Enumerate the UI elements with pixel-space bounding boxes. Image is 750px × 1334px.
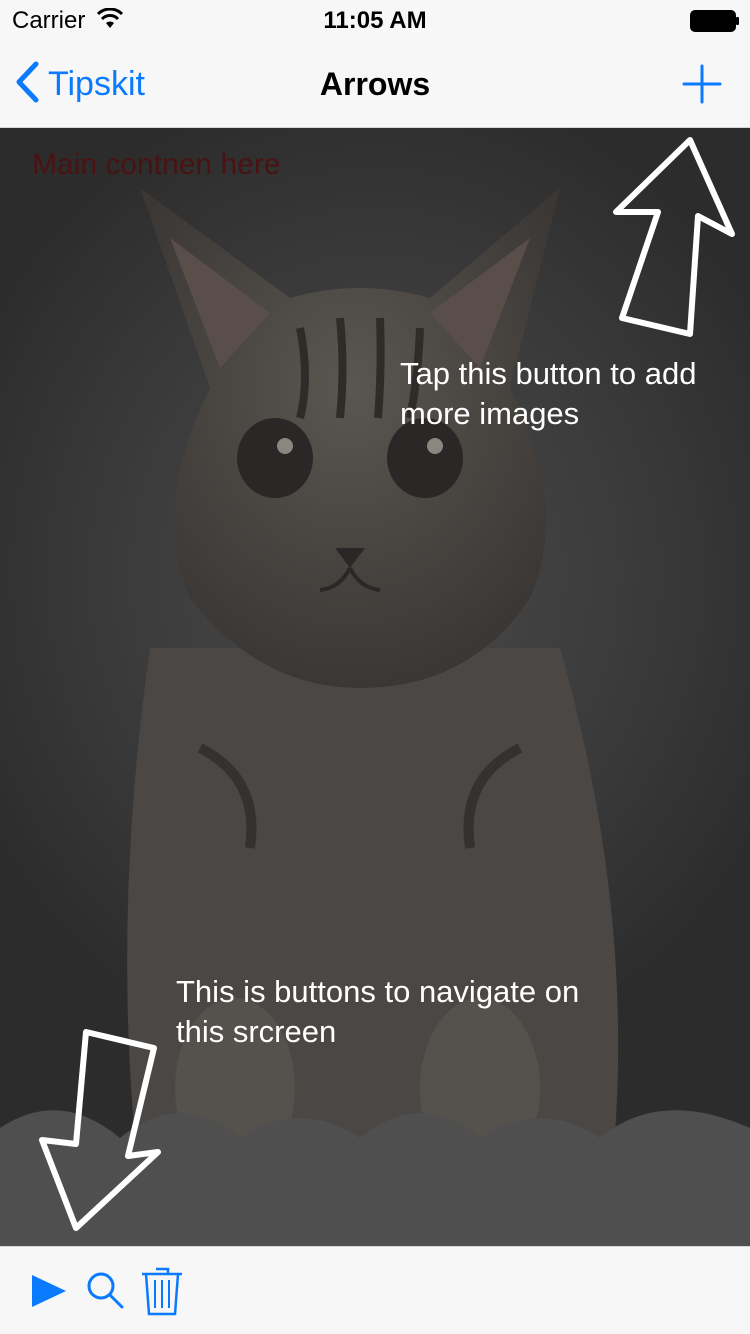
play-icon [32, 1275, 66, 1307]
trash-icon [142, 1267, 182, 1316]
hint-navigate-buttons: This is buttons to navigate on this srcr… [176, 974, 580, 1049]
page-title: Arrows [319, 66, 431, 102]
bottom-toolbar [0, 1246, 750, 1334]
hint-add-images: Tap this button to add more images [400, 356, 697, 431]
search-button[interactable] [84, 1269, 126, 1316]
status-time: 11:05 AM [323, 7, 427, 34]
battery-icon [690, 10, 740, 37]
arrow-down-icon [39, 1029, 161, 1231]
trash-button[interactable] [140, 1265, 184, 1322]
status-bar: Carrier 11:05 AM [0, 0, 750, 40]
play-button[interactable] [28, 1271, 68, 1316]
search-icon [87, 1272, 124, 1309]
add-button[interactable] [680, 62, 724, 106]
plus-icon [682, 64, 722, 104]
arrow-up-icon [613, 137, 735, 337]
main-content: Main contnen here Tap this button to add… [0, 128, 750, 1246]
navigation-bar: Tipskit Arrows [0, 40, 750, 128]
main-content-text: Main contnen here [32, 148, 281, 181]
